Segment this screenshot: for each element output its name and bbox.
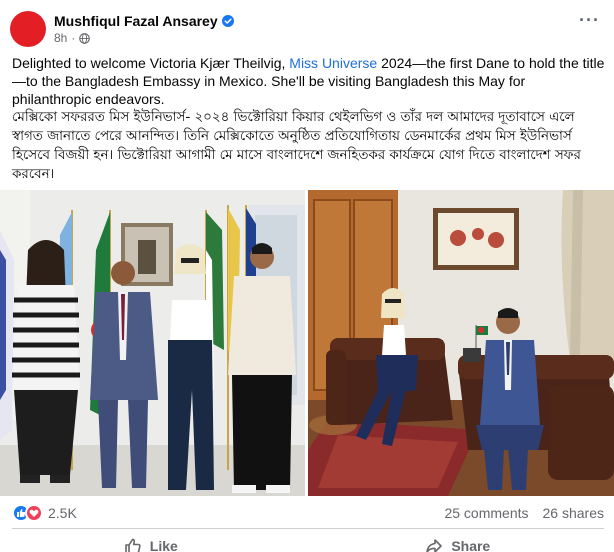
verified-badge-icon (221, 15, 234, 27)
share-button[interactable]: Share (425, 532, 490, 552)
like-button[interactable]: Like (124, 532, 178, 552)
avatar[interactable] (10, 11, 46, 47)
engagement-bar: 2.5K 25 comments 26 shares (12, 503, 604, 523)
author-row: Mushfiqul Fazal Ansarey (54, 13, 234, 29)
reactions-summary[interactable]: 2.5K (12, 504, 77, 522)
author-name[interactable]: Mushfiqul Fazal Ansarey (54, 13, 218, 29)
share-arrow-icon (426, 539, 443, 552)
thumbs-up-icon (124, 538, 141, 552)
post-caption: Delighted to welcome Victoria Kjær Theil… (12, 54, 608, 184)
like-label: Like (149, 538, 178, 552)
shares-count[interactable]: 26 shares (543, 505, 604, 521)
photo-meeting-image (308, 190, 614, 496)
post-header: Mushfiqul Fazal Ansarey 8h · (10, 9, 234, 49)
caption-english: Delighted to welcome Victoria Kjær Theil… (12, 54, 608, 108)
love-reaction-icon (25, 504, 43, 522)
caption-bangla: মেক্সিকো সফররত মিস ইউনিভার্স- ২০২৪ ভিক্ট… (12, 110, 581, 182)
photo-group-standing[interactable] (0, 190, 305, 496)
divider (12, 528, 604, 529)
comments-count[interactable]: 25 comments (444, 505, 528, 521)
caption-text: Delighted to welcome Victoria Kjær Theil… (12, 55, 290, 71)
photo-seated-meeting[interactable] (308, 190, 614, 496)
timestamp-row: 8h · (54, 31, 234, 45)
photo-group-image (0, 190, 305, 496)
post-time[interactable]: 8h (54, 31, 67, 45)
miss-universe-link[interactable]: Miss Universe (289, 55, 377, 71)
author-meta: Mushfiqul Fazal Ansarey 8h · (54, 13, 234, 45)
time-separator: · (71, 31, 76, 45)
action-bar: Like Share (0, 532, 614, 552)
reaction-count: 2.5K (48, 505, 77, 521)
facebook-post: Mushfiqul Fazal Ansarey 8h · ··· Delight… (0, 0, 614, 552)
share-label: Share (451, 538, 491, 552)
comment-share-counts: 25 comments 26 shares (444, 505, 604, 521)
photo-grid (0, 190, 614, 496)
globe-icon (79, 32, 91, 44)
more-options-icon[interactable]: ··· (579, 11, 600, 29)
